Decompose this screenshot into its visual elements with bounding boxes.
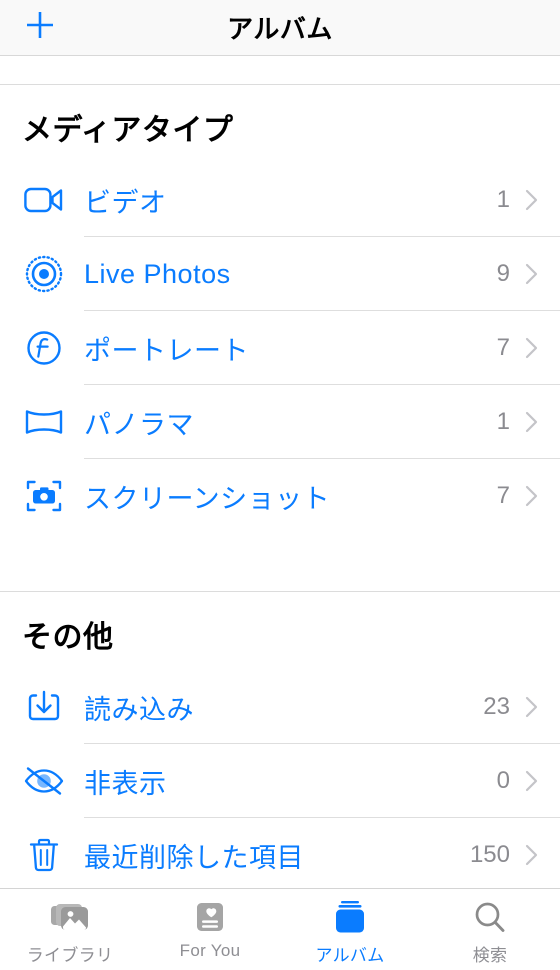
chevron-right-icon [524,336,538,360]
row-label: パノラマ [84,409,194,440]
chevron-right-icon [524,484,538,508]
row-count: 1 [496,408,510,435]
chevron-right-icon [524,695,538,719]
row-hidden[interactable]: 非表示 0 [0,744,560,818]
import-download-icon [22,685,66,729]
row-label: ビデオ [84,187,167,218]
chevron-right-icon [524,769,538,793]
section-spacer [0,533,560,591]
panorama-icon [22,400,66,444]
row-portrait[interactable]: ポートレート 7 [0,311,560,385]
albums-stack-icon [330,898,370,938]
tab-albums[interactable]: アルバム [280,889,420,966]
trash-icon [22,833,66,877]
tab-library[interactable]: ライブラリ [0,889,140,966]
tab-label: ライブラリ [26,946,114,965]
row-recently-deleted[interactable]: 最近削除した項目 150 [0,818,560,888]
row-video[interactable]: ビデオ 1 [0,163,560,237]
plus-icon [23,8,57,47]
row-screenshots[interactable]: スクリーンショット 7 [0,459,560,533]
row-count: 7 [496,482,510,509]
chevron-right-icon [524,843,538,867]
row-count: 1 [496,186,510,213]
section-header-media-types: メディアタイプ [22,114,234,147]
row-imports[interactable]: 読み込み 23 [0,670,560,744]
row-live-photos[interactable]: Live Photos 9 [0,237,560,311]
search-magnifier-icon [471,898,509,938]
tab-label: For You [179,941,241,960]
row-panorama[interactable]: パノラマ 1 [0,385,560,459]
albums-list[interactable]: メディアタイプ ビデオ 1 Live Photos 9 ポートレート 7 パノラ… [0,56,560,888]
photo-stack-icon [48,898,92,938]
section-media-types: メディアタイプ ビデオ 1 Live Photos 9 ポートレート 7 パノラ… [0,85,560,533]
chevron-right-icon [524,410,538,434]
eye-slash-icon [22,759,66,803]
row-label: 読み込み [84,694,194,725]
row-label: 非表示 [84,768,167,799]
section-other: その他 読み込み 23 非表示 0 最近削除した項目 150 [0,592,560,888]
navigation-bar: アルバム [0,0,560,56]
row-count: 150 [469,841,510,868]
add-album-button[interactable] [22,10,58,46]
chevron-right-icon [524,188,538,212]
row-label: スクリーンショット [84,483,331,514]
screenshot-camera-icon [22,474,66,518]
row-count: 23 [483,693,510,720]
tab-label: 検索 [472,946,508,965]
row-count: 0 [496,767,510,794]
tab-search[interactable]: 検索 [420,889,560,966]
portrait-aperture-icon [22,326,66,370]
chevron-right-icon [524,262,538,286]
row-count: 7 [496,334,510,361]
tab-for-you[interactable]: For You [140,889,280,961]
row-label: Live Photos [84,258,231,289]
for-you-card-icon [192,898,228,938]
row-count: 9 [496,260,510,287]
tab-label: アルバム [315,946,385,965]
row-label: ポートレート [84,335,249,366]
live-photos-icon [22,252,66,296]
section-header-other: その他 [22,621,114,654]
row-label: 最近削除した項目 [84,842,304,873]
page-title: アルバム [227,14,333,44]
tab-bar: ライブラリ For You アルバム 検索 [0,888,560,970]
video-camera-icon [22,178,66,222]
